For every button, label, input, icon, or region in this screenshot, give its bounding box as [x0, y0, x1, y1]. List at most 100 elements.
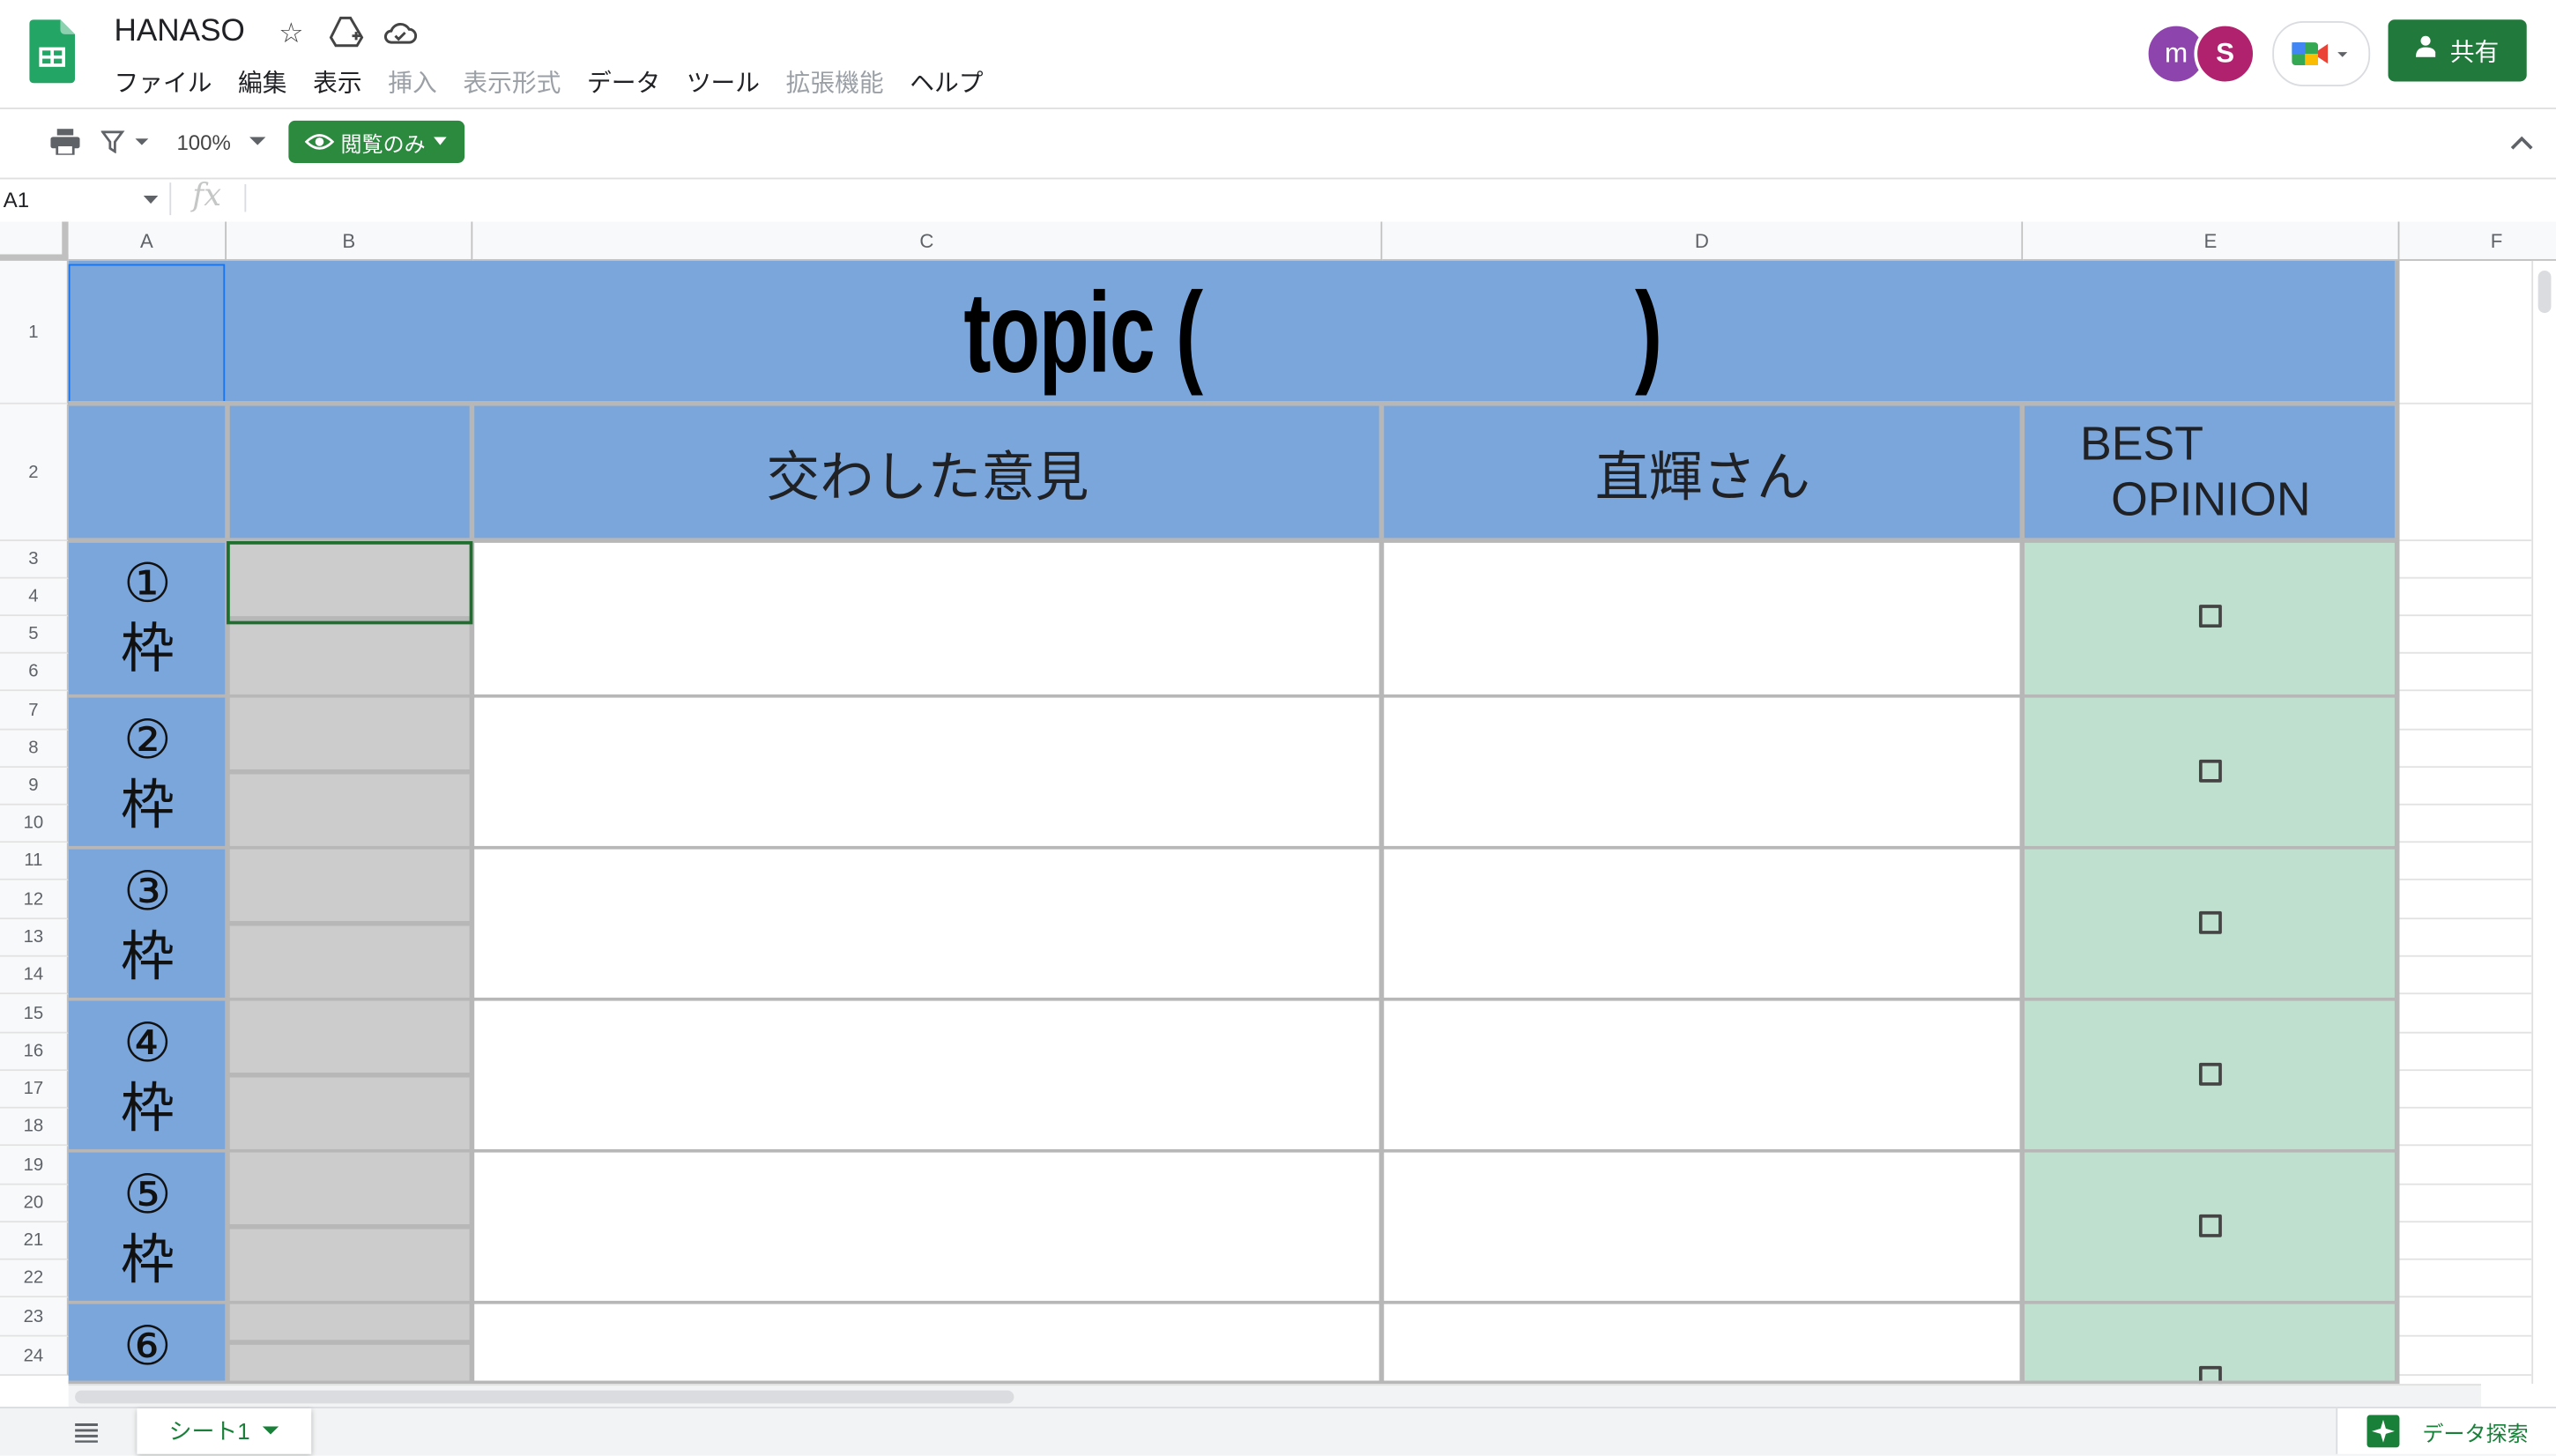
- opinion-cell[interactable]: [472, 697, 1383, 850]
- cell-a1-selection[interactable]: [68, 264, 226, 406]
- all-sheets-menu-icon[interactable]: [65, 1415, 108, 1451]
- frame-label-cell[interactable]: ②枠: [68, 697, 227, 850]
- avatar-s[interactable]: S: [2194, 22, 2256, 85]
- sheet-grid[interactable]: A B C D E F 1 2 3 4 5 6 7 8 9 10 11 12 1…: [0, 221, 2556, 1385]
- person-cell[interactable]: [1382, 697, 2024, 850]
- active-cell-b3[interactable]: [227, 541, 473, 625]
- frame-label-cell[interactable]: ①枠: [68, 541, 227, 698]
- row-header-9[interactable]: 9: [0, 768, 69, 806]
- best-opinion-cell[interactable]: [2023, 849, 2400, 1001]
- frame-label-cell[interactable]: ④枠: [68, 1000, 227, 1153]
- row-header-10[interactable]: 10: [0, 805, 69, 843]
- zoom-select[interactable]: 100%: [173, 124, 234, 160]
- header-person[interactable]: 直輝さん: [1382, 405, 2023, 541]
- col-header-a[interactable]: A: [68, 221, 227, 261]
- empty-cell[interactable]: [2399, 1152, 2532, 1304]
- frame-label-cell[interactable]: ⑤枠: [68, 1152, 227, 1304]
- frame-label-cell[interactable]: ③枠: [68, 849, 227, 1001]
- best-checkbox[interactable]: [2198, 758, 2222, 782]
- row-header-2[interactable]: 2: [0, 404, 69, 542]
- gray-cell[interactable]: [227, 1227, 473, 1304]
- best-checkbox[interactable]: [2198, 605, 2222, 628]
- opinion-cell[interactable]: [472, 1000, 1383, 1153]
- explore-button[interactable]: データ探索: [2336, 1408, 2556, 1454]
- zoom-chevron-down-icon[interactable]: [244, 124, 271, 160]
- move-to-drive-icon[interactable]: [329, 16, 364, 55]
- row-header-7[interactable]: 7: [0, 691, 69, 731]
- menu-file[interactable]: ファイル: [114, 65, 212, 100]
- row-header-17[interactable]: 17: [0, 1071, 69, 1109]
- row-header-4[interactable]: 4: [0, 578, 69, 617]
- col-header-b[interactable]: B: [227, 221, 473, 261]
- topic-title[interactable]: topic ( ): [227, 261, 2399, 405]
- empty-cell[interactable]: [2399, 1304, 2532, 1385]
- cloud-saved-icon[interactable]: [383, 18, 418, 54]
- best-opinion-cell[interactable]: [2023, 697, 2400, 850]
- meet-button[interactable]: [2272, 21, 2371, 87]
- row-header-1[interactable]: 1: [0, 260, 69, 405]
- frame-label-cell[interactable]: ⑥: [68, 1304, 227, 1385]
- row-header-20[interactable]: 20: [0, 1185, 69, 1223]
- gray-cell[interactable]: [227, 1304, 473, 1343]
- horizontal-scroll-thumb[interactable]: [75, 1390, 1014, 1404]
- menu-insert[interactable]: 挿入: [388, 65, 437, 100]
- row-header-3[interactable]: 3: [0, 541, 69, 579]
- row-header-16[interactable]: 16: [0, 1033, 69, 1072]
- row-header-8[interactable]: 8: [0, 730, 69, 769]
- collapse-toolbar-chevron-up-icon[interactable]: [2506, 124, 2538, 160]
- col-header-e[interactable]: E: [2023, 221, 2400, 261]
- person-cell[interactable]: [1382, 1000, 2024, 1153]
- sheet-tab-1[interactable]: シート1: [137, 1408, 312, 1454]
- best-opinion-cell[interactable]: [2023, 1304, 2400, 1385]
- row-header-23[interactable]: 23: [0, 1297, 69, 1337]
- view-only-button[interactable]: 閲覧のみ: [288, 120, 465, 163]
- row-header-22[interactable]: 22: [0, 1259, 69, 1298]
- best-opinion-cell[interactable]: [2023, 541, 2400, 698]
- person-cell[interactable]: [1382, 849, 2024, 1001]
- row-header-19[interactable]: 19: [0, 1146, 69, 1185]
- empty-cell[interactable]: [2399, 849, 2532, 1001]
- name-box[interactable]: A1: [0, 179, 167, 218]
- row-header-15[interactable]: 15: [0, 994, 69, 1034]
- col-header-c[interactable]: C: [472, 221, 1383, 261]
- gray-cell[interactable]: [227, 849, 473, 925]
- person-cell[interactable]: [1382, 1152, 2024, 1304]
- col-header-f[interactable]: F: [2399, 221, 2556, 261]
- row-header-6[interactable]: 6: [0, 653, 69, 692]
- gray-cell[interactable]: [227, 1152, 473, 1228]
- star-icon[interactable]: ☆: [279, 18, 303, 50]
- person-cell[interactable]: [1382, 1304, 2024, 1385]
- vertical-scroll-thumb[interactable]: [2537, 271, 2552, 314]
- menu-format[interactable]: 表示形式: [463, 65, 561, 100]
- menu-data[interactable]: データ: [587, 65, 660, 100]
- sheets-logo-icon[interactable]: [29, 19, 76, 84]
- empty-cell[interactable]: [2399, 1000, 2532, 1153]
- opinion-cell[interactable]: [472, 1152, 1383, 1304]
- best-opinion-cell[interactable]: [2023, 1152, 2400, 1304]
- row-header-18[interactable]: 18: [0, 1108, 69, 1147]
- gray-cell[interactable]: [227, 697, 473, 773]
- horizontal-scrollbar[interactable]: [68, 1384, 2481, 1408]
- row-header-14[interactable]: 14: [0, 956, 69, 995]
- opinion-cell[interactable]: [472, 541, 1383, 698]
- gray-cell[interactable]: [227, 1342, 473, 1385]
- menu-view[interactable]: 表示: [313, 65, 362, 100]
- menu-edit[interactable]: 編集: [238, 65, 287, 100]
- menu-tools[interactable]: ツール: [687, 65, 760, 100]
- opinion-cell[interactable]: [472, 1304, 1383, 1385]
- row-header-13[interactable]: 13: [0, 919, 69, 957]
- gray-cell[interactable]: [227, 772, 473, 850]
- formula-bar[interactable]: fx: [179, 178, 2526, 218]
- empty-cell[interactable]: [2399, 541, 2532, 698]
- vertical-scrollbar[interactable]: [2531, 260, 2556, 1385]
- row-header-12[interactable]: 12: [0, 880, 69, 920]
- menu-help[interactable]: ヘルプ: [910, 65, 983, 100]
- best-checkbox[interactable]: [2198, 1061, 2222, 1085]
- select-all-corner[interactable]: [0, 221, 69, 261]
- person-cell[interactable]: [1382, 541, 2024, 698]
- filter-icon[interactable]: [100, 124, 150, 160]
- row-header-21[interactable]: 21: [0, 1222, 69, 1260]
- share-button[interactable]: 共有: [2388, 19, 2527, 82]
- opinion-cell[interactable]: [472, 849, 1383, 1001]
- best-checkbox[interactable]: [2198, 910, 2222, 933]
